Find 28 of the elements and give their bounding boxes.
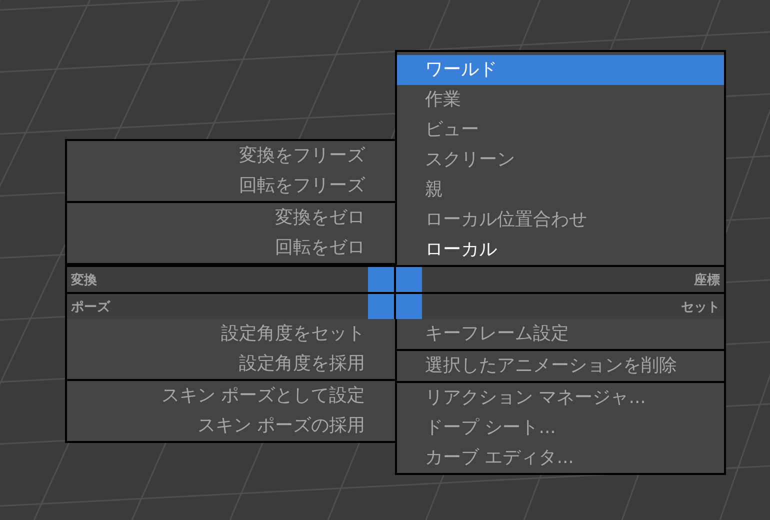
menu-item[interactable]: 変換をフリーズ [67,141,395,171]
quad-title: ポーズ [70,298,112,316]
menu-item[interactable]: 回転をフリーズ [67,171,395,201]
menu-item[interactable]: キーフレーム設定 [397,319,724,349]
menu-item[interactable]: スクリーン [397,145,724,175]
menu-item[interactable]: 設定角度をセット [67,319,395,349]
menu-item[interactable]: ローカル [397,235,724,265]
quad-handle[interactable] [396,267,422,292]
menu-item[interactable]: ビュー [397,115,724,145]
quad-handle[interactable] [396,294,422,319]
quad-title: セット [680,298,721,316]
menu-item[interactable]: スキン ポーズとして設定 [67,381,395,411]
quad-handle[interactable] [368,294,394,319]
menu-item[interactable]: 作業 [397,85,724,115]
menu-item[interactable]: 設定角度を採用 [67,349,395,379]
menu-item[interactable]: ドープ シート... [397,413,724,443]
menu-item[interactable]: 回転をゼロ [67,233,395,263]
quad-handle[interactable] [368,267,394,292]
menu-item[interactable]: ワールド [397,55,724,85]
quad-title: 変換 [70,272,98,288]
menu-item[interactable]: カーブ エディタ... [397,443,724,473]
menu-item[interactable]: ローカル位置合わせ [397,205,724,235]
menu-item[interactable]: 変換をゼロ [67,203,395,233]
menu-item[interactable]: リアクション マネージャ... [397,383,724,413]
quad-title: 座標 [692,272,721,288]
menu-item[interactable]: スキン ポーズの採用 [67,411,395,441]
menu-item[interactable]: 選択したアニメーションを削除 [397,351,724,381]
menu-item[interactable]: 親 [397,175,724,205]
